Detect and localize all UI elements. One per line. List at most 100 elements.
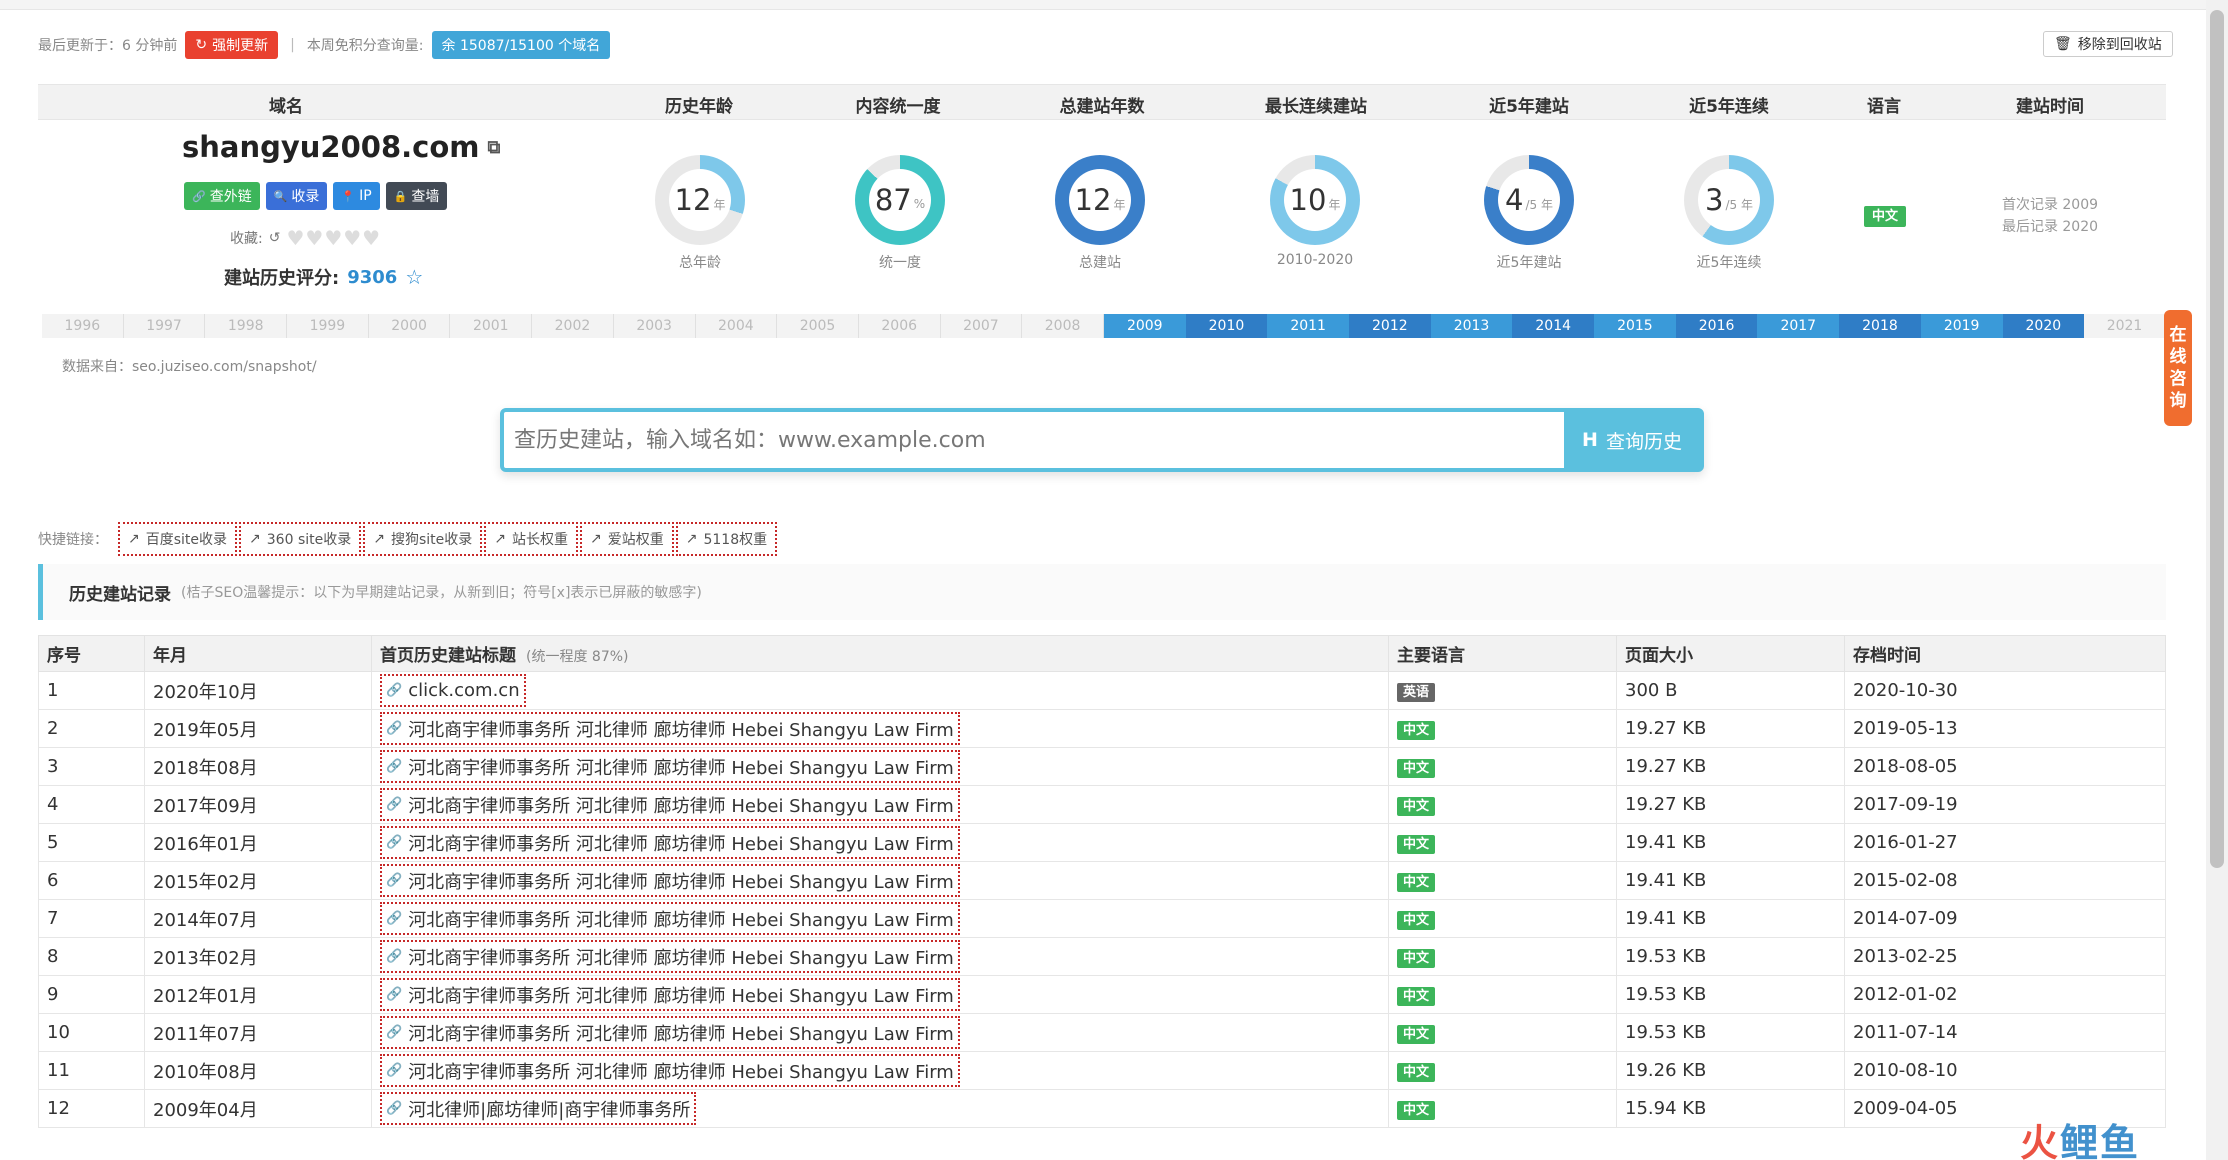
domain-btn-label: 收录 bbox=[291, 189, 320, 205]
snapshot-link[interactable]: 🔗 河北商宇律师事务所 河北律师 廊坊律师 Hebei Shangyu Law F… bbox=[380, 712, 960, 745]
lang-badge: 中文 bbox=[1397, 949, 1436, 968]
cell-date: 2018-08-05 bbox=[1844, 747, 2166, 786]
timeline-year[interactable]: 1997 bbox=[123, 314, 206, 338]
force-update-button[interactable]: ↻ 强制更新 bbox=[185, 31, 279, 59]
lang-badge: 中文 bbox=[1397, 1025, 1436, 1044]
cell-no: 8 bbox=[38, 937, 145, 976]
timeline-year[interactable]: 2006 bbox=[858, 314, 941, 338]
timeline-year[interactable]: 2007 bbox=[940, 314, 1023, 338]
stat-ring-0: 12 年 bbox=[655, 155, 745, 245]
timeline-year[interactable]: 2002 bbox=[532, 314, 614, 338]
snapshot-link[interactable]: 🔗 河北商宇律师事务所 河北律师 廊坊律师 Hebei Shangyu Law F… bbox=[380, 1054, 960, 1087]
cell-title: 🔗 河北律师|廊坊律师|商宇律师事务所 bbox=[371, 1089, 1389, 1128]
online-consult-button[interactable]: 在线咨询 bbox=[2164, 310, 2192, 426]
timeline-year[interactable]: 2003 bbox=[613, 314, 696, 338]
score-label: 建站历史评分: bbox=[224, 268, 340, 289]
undo-icon[interactable]: ↺ bbox=[269, 230, 281, 246]
timeline-year[interactable]: 2017 bbox=[1757, 314, 1840, 338]
timeline-year[interactable]: 2014 bbox=[1512, 314, 1595, 338]
snapshot-link[interactable]: 🔗 click.com.cn bbox=[380, 674, 526, 707]
col-title: 首页历史建站标题 (统一程度 87%) bbox=[371, 635, 1389, 672]
domain-btn-1[interactable]: 🔍 收录 bbox=[265, 182, 328, 210]
cell-title: 🔗 河北商宇律师事务所 河北律师 廊坊律师 Hebei Shangyu Law F… bbox=[371, 785, 1389, 824]
col-size: 页面大小 bbox=[1616, 635, 1845, 672]
ring-value: 10 bbox=[1289, 183, 1327, 217]
timeline-year[interactable]: 2000 bbox=[368, 314, 451, 338]
timeline-year[interactable]: 2001 bbox=[450, 314, 533, 338]
timeline-year[interactable]: 2013 bbox=[1430, 314, 1513, 338]
quick-link-4[interactable]: ↗ 爱站权重 bbox=[580, 522, 674, 556]
cell-month: 2009年04月 bbox=[144, 1089, 372, 1128]
timeline-year[interactable]: 1998 bbox=[205, 314, 288, 338]
lang-badge: 中文 bbox=[1397, 911, 1436, 930]
timeline-year[interactable]: 2020 bbox=[2002, 314, 2085, 338]
timeline-year[interactable]: 2011 bbox=[1267, 314, 1349, 338]
recycle-button[interactable]: 🗑 移除到回收站 bbox=[2043, 31, 2173, 57]
cell-lang: 中文 bbox=[1388, 785, 1617, 824]
snapshot-link[interactable]: 🔗 河北商宇律师事务所 河北律师 廊坊律师 Hebei Shangyu Law F… bbox=[380, 750, 960, 783]
scrollbar-thumb[interactable] bbox=[2210, 10, 2224, 868]
cell-month: 2011年07月 bbox=[144, 1013, 372, 1052]
timeline-year[interactable]: 1996 bbox=[42, 314, 124, 338]
timeline-year[interactable]: 2021 bbox=[2084, 314, 2166, 338]
timeline-year[interactable]: 2012 bbox=[1349, 314, 1431, 338]
star-icon[interactable]: ☆ bbox=[405, 265, 423, 289]
cell-month: 2012年01月 bbox=[144, 975, 372, 1014]
cell-lang: 中文 bbox=[1388, 823, 1617, 862]
timeline-year[interactable]: 2010 bbox=[1185, 314, 1268, 338]
heart-rating-icon[interactable]: ♥♥♥♥♥ bbox=[286, 226, 381, 250]
table-row: 3 2018年08月 🔗 河北商宇律师事务所 河北律师 廊坊律师 Hebei Shan… bbox=[38, 747, 2166, 786]
snapshot-link[interactable]: 🔗 河北商宇律师事务所 河北律师 廊坊律师 Hebei Shangyu Law F… bbox=[380, 978, 960, 1011]
snapshot-link[interactable]: 🔗 河北商宇律师事务所 河北律师 廊坊律师 Hebei Shangyu Law F… bbox=[380, 1016, 960, 1049]
snapshot-link[interactable]: 🔗 河北商宇律师事务所 河北律师 廊坊律师 Hebei Shangyu Law F… bbox=[380, 940, 960, 973]
quick-link-label: 5118权重 bbox=[703, 532, 768, 548]
quick-link-3[interactable]: ↗ 站长权重 bbox=[484, 522, 578, 556]
timeline-year[interactable]: 2015 bbox=[1594, 314, 1676, 338]
snapshot-title: 河北商宇律师事务所 河北律师 廊坊律师 Hebei Shangyu Law Fi… bbox=[408, 909, 954, 931]
summary-header-5: 近5年建站 bbox=[1489, 97, 1569, 117]
quick-link-2[interactable]: ↗ 搜狗site收录 bbox=[363, 522, 483, 556]
snapshot-link[interactable]: 🔗 河北律师|廊坊律师|商宇律师事务所 bbox=[380, 1092, 697, 1125]
quick-link-5[interactable]: ↗ 5118权重 bbox=[675, 522, 778, 556]
domain-btn-0[interactable]: 🔗 查外链 bbox=[184, 182, 260, 210]
table-row: 1 2020年10月 🔗 click.com.cn 英语 300 B 2020-10-30 bbox=[38, 671, 2166, 710]
cell-no: 1 bbox=[38, 671, 145, 710]
snapshot-link[interactable]: 🔗 河北商宇律师事务所 河北律师 廊坊律师 Hebei Shangyu Law F… bbox=[380, 788, 960, 821]
link-icon: 🔗 bbox=[386, 949, 403, 964]
cell-date: 2017-09-19 bbox=[1844, 785, 2166, 824]
cell-title: 🔗 河北商宇律师事务所 河北律师 廊坊律师 Hebei Shangyu Law F… bbox=[371, 1051, 1389, 1090]
data-source: 数据来自：seo.juziseo.com/snapshot/ bbox=[62, 359, 317, 375]
cell-title: 🔗 河北商宇律师事务所 河北律师 廊坊律师 Hebei Shangyu Law F… bbox=[371, 937, 1389, 976]
quick-link-1[interactable]: ↗ 360 site收录 bbox=[239, 522, 362, 556]
search-input[interactable] bbox=[504, 412, 1564, 468]
cell-month: 2016年01月 bbox=[144, 823, 372, 862]
timeline-year[interactable]: 1999 bbox=[287, 314, 369, 338]
timeline-year[interactable]: 2005 bbox=[777, 314, 859, 338]
timeline-year[interactable]: 2018 bbox=[1839, 314, 1921, 338]
cell-no: 4 bbox=[38, 785, 145, 824]
domain-btn-3[interactable]: 🔒 查墙 bbox=[385, 182, 448, 210]
quick-link-0[interactable]: ↗ 百度site收录 bbox=[118, 522, 238, 556]
snapshot-link[interactable]: 🔗 河北商宇律师事务所 河北律师 廊坊律师 Hebei Shangyu Law F… bbox=[380, 864, 960, 897]
snapshot-link[interactable]: 🔗 河北商宇律师事务所 河北律师 廊坊律师 Hebei Shangyu Law F… bbox=[380, 826, 960, 859]
snapshot-link[interactable]: 🔗 河北商宇律师事务所 河北律师 廊坊律师 Hebei Shangyu Law F… bbox=[380, 902, 960, 935]
timeline-year[interactable]: 2009 bbox=[1103, 314, 1186, 338]
timeline-year[interactable]: 2008 bbox=[1022, 314, 1104, 338]
copy-icon[interactable]: ⧉ bbox=[488, 137, 501, 158]
history-search: H 查询历史 bbox=[500, 408, 1704, 472]
link-icon: 🔗 bbox=[386, 835, 403, 850]
timeline-year[interactable]: 2019 bbox=[1920, 314, 2003, 338]
ring-value: 12 bbox=[674, 183, 712, 217]
table-row: 5 2016年01月 🔗 河北商宇律师事务所 河北律师 廊坊律师 Hebei Shan… bbox=[38, 823, 2166, 862]
snapshot-title: 河北商宇律师事务所 河北律师 廊坊律师 Hebei Shangyu Law Fi… bbox=[408, 947, 954, 969]
ring-inner: 87% bbox=[869, 169, 931, 231]
domain-btn-2[interactable]: 📍 IP bbox=[333, 182, 380, 210]
timeline-year[interactable]: 2016 bbox=[1675, 314, 1758, 338]
ring-value: 3 bbox=[1705, 183, 1724, 217]
language-cell: 中文 bbox=[1864, 205, 1907, 227]
timeline-year[interactable]: 2004 bbox=[695, 314, 778, 338]
cell-title: 🔗 click.com.cn bbox=[371, 671, 1389, 710]
external-link-icon: ↗ bbox=[685, 531, 698, 547]
cell-no: 11 bbox=[38, 1051, 145, 1090]
search-button[interactable]: H 查询历史 bbox=[1564, 412, 1700, 468]
